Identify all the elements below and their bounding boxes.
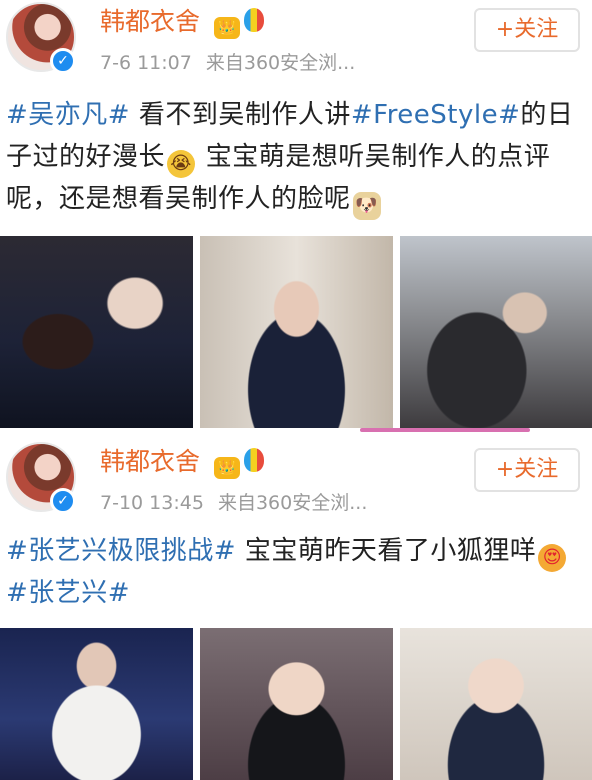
weibo-feed: ✓ 韩都衣舍 👑 7-6 11:07 来自360安全浏... +关注 #吴亦凡#…	[0, 0, 592, 780]
doge-emoji-icon: 🐶	[352, 192, 381, 220]
post-text: #张艺兴极限挑战# 宝宝萌昨天看了小狐狸咩 😍#张艺兴#	[6, 530, 586, 614]
post-time: 7-10 13:45	[100, 492, 204, 514]
member-crown-icon: 👑	[213, 16, 240, 39]
balloon-icon	[243, 447, 264, 472]
heart-eyes-emoji-icon: 😍	[538, 544, 567, 572]
hashtag-link[interactable]: #FreeStyle#	[351, 100, 521, 130]
hashtag-link[interactable]: #张艺兴极限挑战#	[6, 536, 236, 566]
photo-thumbnail[interactable]	[400, 236, 592, 428]
post-2: ✓ 韩都衣舍 👑 7-10 13:45 来自360安全浏... +关注 #张艺兴…	[0, 430, 592, 780]
photo-thumbnail[interactable]	[200, 628, 393, 780]
follow-button[interactable]: +关注	[474, 448, 580, 492]
photo-thumbnail[interactable]	[0, 236, 193, 428]
photo-thumbnail[interactable]	[0, 628, 193, 780]
post-time: 7-6 11:07	[100, 52, 192, 74]
verified-badge-icon: ✓	[50, 488, 76, 514]
follow-button[interactable]: +关注	[474, 8, 580, 52]
photo-thumbnail[interactable]	[400, 628, 592, 780]
user-name: 韩都衣舍	[100, 447, 201, 476]
user-name: 韩都衣舍	[100, 7, 201, 36]
post-source: 来自360安全浏...	[205, 52, 356, 74]
post-text: #吴亦凡# 看不到吴制作人讲#FreeStyle#的日子过的好漫长 😭 宝宝萌是想…	[6, 94, 586, 220]
member-crown-icon: 👑	[213, 456, 240, 479]
hashtag-link[interactable]: #吴亦凡#	[6, 100, 130, 130]
user-name-link[interactable]: 韩都衣舍 👑	[100, 2, 264, 39]
post-source: 来自360安全浏...	[217, 492, 368, 514]
balloon-icon	[243, 7, 264, 32]
photo-thumbnail[interactable]	[200, 236, 393, 428]
hashtag-link[interactable]: #张艺兴#	[6, 578, 130, 608]
post-1: ✓ 韩都衣舍 👑 7-6 11:07 来自360安全浏... +关注 #吴亦凡#…	[0, 0, 592, 430]
crying-emoji-icon: 😭	[167, 150, 196, 178]
verified-badge-icon: ✓	[50, 48, 76, 74]
user-name-link[interactable]: 韩都衣舍 👑	[100, 442, 264, 479]
post-meta: 7-6 11:07 来自360安全浏...	[100, 48, 355, 75]
post-meta: 7-10 13:45 来自360安全浏...	[100, 488, 367, 515]
